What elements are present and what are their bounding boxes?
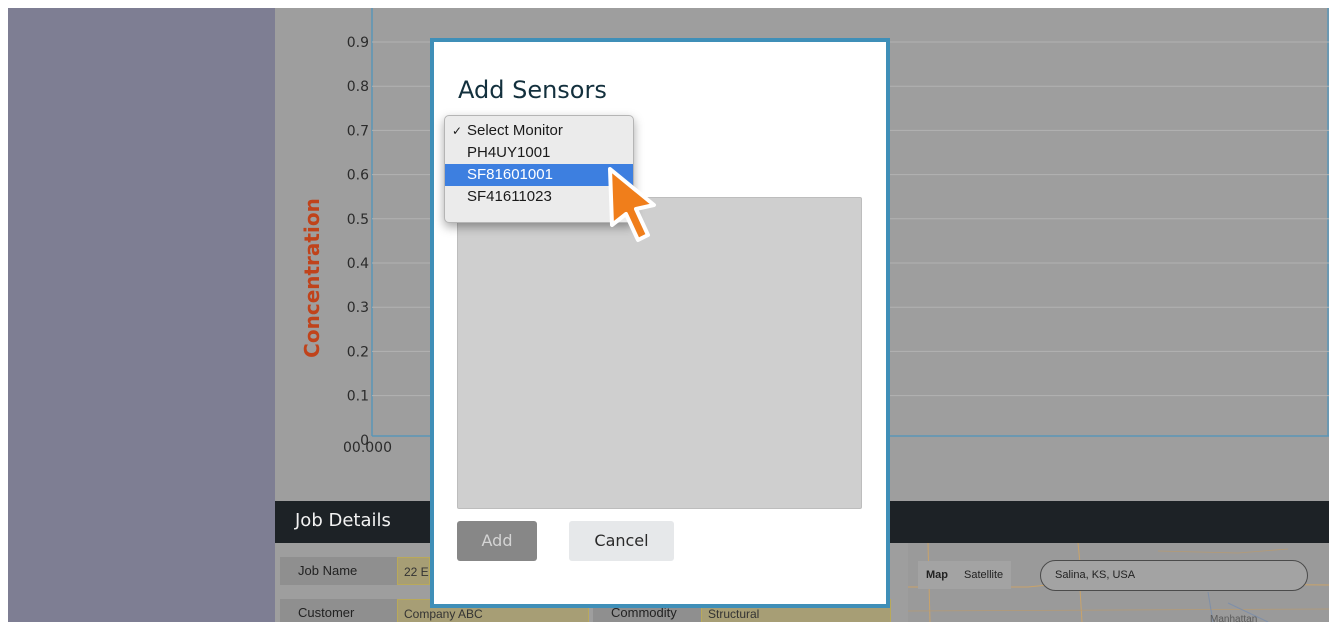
map-location-search-input[interactable]: Salina, KS, USA	[1040, 560, 1308, 591]
chart-y-tick-label: 0.7	[347, 123, 369, 139]
app-frame: 0.9 0.8 0.7 0.6 0.5 0.4 0.3 0.2 0.1 0 00.000 Conc…	[0, 0, 1329, 622]
chart-y-tick-label: 0.6	[347, 168, 369, 184]
chart-y-tick-label: 0.4	[347, 256, 369, 272]
chart-y-tick-label: 0.8	[347, 79, 369, 95]
chart-x-start-label: 00.000	[343, 440, 392, 456]
monitor-option-label: SF81601001	[467, 166, 553, 183]
monitor-option-label: PH4UY1001	[467, 144, 551, 161]
job-name-label: Job Name	[280, 557, 397, 585]
monitor-option[interactable]: ✓ Select Monitor	[445, 120, 633, 142]
chart-y-tick-label: 0.5	[347, 212, 369, 228]
chart-y-tick-label: 0.1	[347, 389, 369, 405]
map-city-label: Manhattan	[1210, 614, 1258, 622]
chart-y-tick-label: 0.2	[347, 344, 369, 360]
chart-y-tick-labels: 0.90.80.70.60.50.40.30.20.10	[347, 35, 369, 449]
modal-title: Add Sensors	[458, 76, 607, 104]
chart-y-tick-label: 0.9	[347, 35, 369, 51]
map-type-satellite-button[interactable]: Satellite	[956, 561, 1012, 589]
job-name-field[interactable]: 22 E	[397, 557, 430, 585]
add-button[interactable]: Add	[457, 521, 537, 561]
monitor-option-label: Select Monitor	[467, 122, 563, 139]
job-map[interactable]: Map Satellite Salina, KS, USA Manhattan	[908, 543, 1329, 622]
chart-y-axis-title: Concentration	[300, 198, 324, 358]
map-type-map-button[interactable]: Map	[918, 561, 957, 589]
check-icon: ✓	[452, 124, 463, 138]
monitor-option[interactable]: PH4UY1001	[445, 142, 633, 164]
customer-label: Customer	[280, 599, 397, 622]
pointer-cursor-icon	[608, 167, 656, 242]
monitor-option-label: SF41611023	[467, 188, 552, 205]
cancel-button[interactable]: Cancel	[569, 521, 674, 561]
chart-y-tick-label: 0.3	[347, 300, 369, 316]
job-details-title: Job Details	[295, 510, 391, 531]
left-sidebar-overlay	[8, 8, 275, 622]
